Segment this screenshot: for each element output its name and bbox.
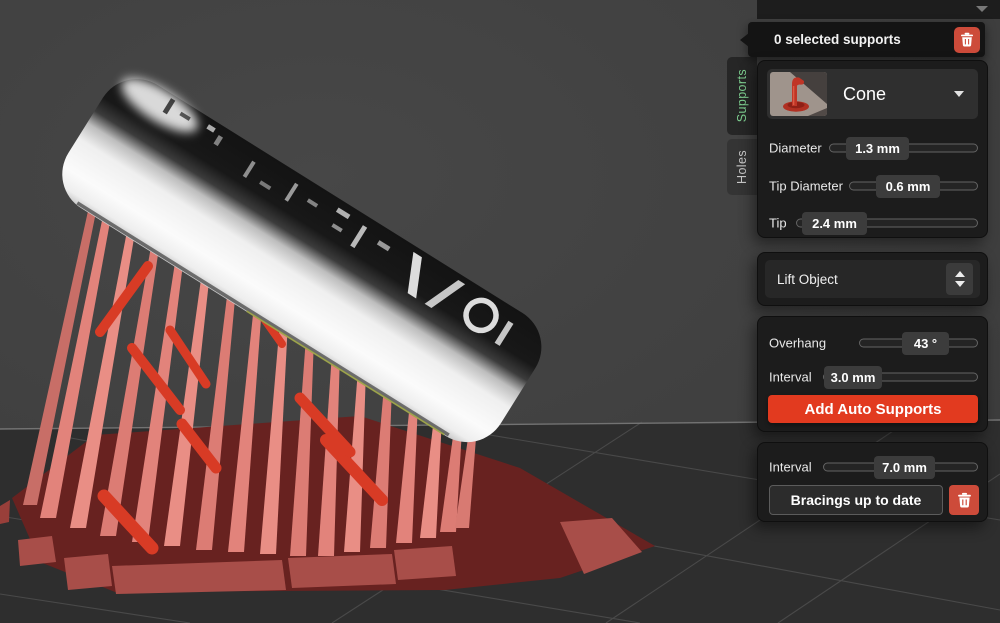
stepper-down-icon[interactable] (954, 281, 965, 287)
bracings-status-button[interactable]: Bracings up to date (769, 485, 943, 515)
support-type-dropdown[interactable]: Cone (767, 69, 978, 119)
bracings-card: Interval 7.0 mm Bracings up to date (757, 442, 988, 522)
lift-object-label: Lift Object (777, 271, 838, 287)
tab-supports[interactable]: Supports (727, 57, 757, 135)
lift-object-row: Lift Object (765, 260, 980, 298)
diameter-slider[interactable]: 1.3 mm (829, 136, 978, 160)
dropdown-caret-icon (954, 91, 964, 97)
interval-slider[interactable]: 3.0 mm (823, 365, 978, 389)
overhang-slider-row: Overhang 43 ° (769, 331, 978, 355)
interval-value[interactable]: 3.0 mm (824, 365, 882, 389)
overhang-value[interactable]: 43 ° (902, 331, 949, 355)
lift-object-card: Lift Object (757, 252, 988, 306)
overhang-slider[interactable]: 43 ° (859, 331, 978, 355)
delete-bracings-button[interactable] (949, 485, 979, 515)
tip-slider-row: Tip 2.4 mm (769, 211, 978, 235)
add-auto-supports-button[interactable]: Add Auto Supports (768, 395, 978, 423)
tab-holes-label: Holes (735, 150, 749, 184)
cone-support-icon (770, 72, 827, 116)
selection-bar: 0 selected supports (740, 22, 985, 57)
tip-diameter-slider-row: Tip Diameter 0.6 mm (769, 174, 978, 198)
lift-object-stepper[interactable] (946, 263, 973, 295)
tip-label: Tip (769, 215, 787, 231)
tab-supports-label: Supports (735, 69, 749, 123)
interval-slider-row: Interval 3.0 mm (769, 365, 978, 389)
bracing-interval-label: Interval (769, 459, 812, 475)
overhang-label: Overhang (769, 335, 827, 351)
diameter-value[interactable]: 1.3 mm (846, 136, 909, 160)
trash-icon (957, 492, 971, 508)
chevron-down-icon[interactable] (976, 6, 988, 12)
auto-supports-card: Overhang 43 ° Interval 3.0 mm Add Auto S… (757, 316, 988, 432)
tip-slider[interactable]: 2.4 mm (796, 211, 978, 235)
support-type-value: Cone (843, 83, 887, 104)
tip-diameter-label: Tip Diameter (769, 178, 843, 194)
support-settings-card: Cone Diameter 1.3 mm Tip Diameter 0.6 mm… (757, 60, 988, 238)
trash-icon (961, 32, 973, 47)
diameter-label: Diameter (769, 140, 822, 156)
selected-supports-count: 0 selected supports (774, 32, 901, 47)
panel-collapse-strip[interactable] (757, 0, 1000, 19)
delete-selected-supports-button[interactable] (954, 26, 980, 53)
tab-holes[interactable]: Holes (727, 139, 757, 195)
tip-diameter-slider[interactable]: 0.6 mm (849, 174, 978, 198)
tip-diameter-value[interactable]: 0.6 mm (876, 174, 940, 198)
bracing-interval-slider[interactable]: 7.0 mm (823, 455, 978, 479)
interval-label: Interval (769, 369, 812, 385)
bracing-interval-value[interactable]: 7.0 mm (874, 455, 935, 479)
tip-value[interactable]: 2.4 mm (802, 211, 867, 235)
bracing-interval-slider-row: Interval 7.0 mm (769, 455, 978, 479)
selection-bar-pointer-icon (740, 33, 749, 47)
stepper-up-icon[interactable] (954, 271, 965, 277)
diameter-slider-row: Diameter 1.3 mm (769, 136, 978, 160)
bracings-actions-row: Bracings up to date (769, 485, 979, 515)
